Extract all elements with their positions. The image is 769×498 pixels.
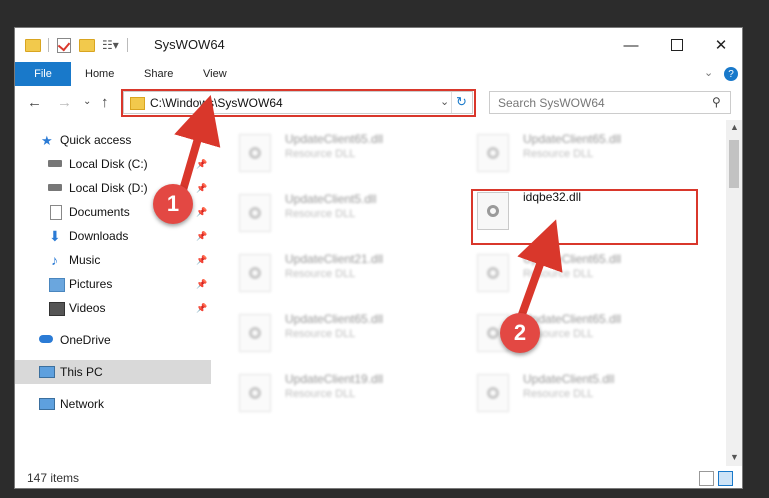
step-1-badge: 1: [153, 184, 193, 224]
arrow-to-file: [516, 219, 563, 322]
annotation-arrows: [174, 94, 563, 322]
step-2-badge: 2: [500, 313, 540, 353]
arrow-to-address: [174, 94, 221, 192]
